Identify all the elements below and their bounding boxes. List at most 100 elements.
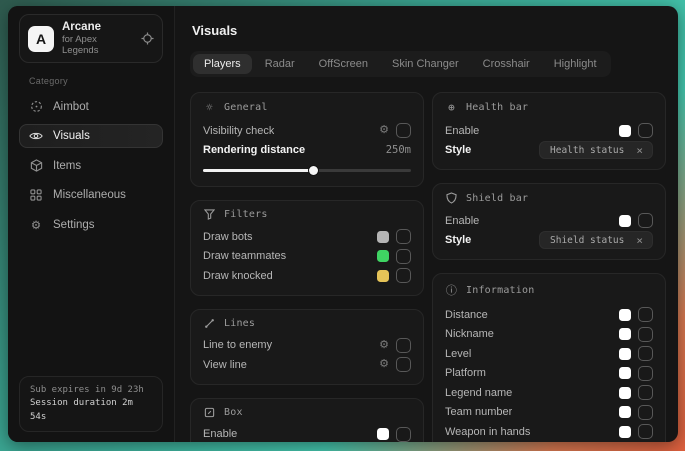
tab-offscreen[interactable]: OffScreen <box>308 54 379 74</box>
setting-label: Team number <box>445 406 512 418</box>
tab-radar[interactable]: Radar <box>254 54 306 74</box>
card-header: Lines <box>203 318 411 329</box>
setting-label: Enable <box>445 215 479 227</box>
checkbox[interactable] <box>396 123 411 138</box>
setting-label: Weapon in hands <box>445 426 530 438</box>
shield-icon <box>445 192 458 204</box>
gear-icon: ⚙ <box>29 218 43 232</box>
crosshair-icon <box>29 100 43 113</box>
color-swatch[interactable] <box>377 250 389 262</box>
color-swatch[interactable] <box>619 426 631 438</box>
card-title: Lines <box>224 318 255 329</box>
setting-label: Draw knocked <box>203 270 273 282</box>
color-swatch[interactable] <box>619 215 631 227</box>
gear-icon[interactable]: ⚙ <box>379 359 389 370</box>
checkbox[interactable] <box>396 357 411 372</box>
checkbox[interactable] <box>638 213 653 228</box>
setting-row: Team number <box>445 403 653 423</box>
sidebar-item-miscellaneous[interactable]: Miscellaneous <box>19 183 163 207</box>
setting-row: Draw teammates <box>203 247 411 267</box>
left-column: ☼ General Visibility check ⚙ Rendering d… <box>190 92 424 442</box>
color-swatch[interactable] <box>377 231 389 243</box>
checkbox[interactable] <box>638 385 653 400</box>
card-health-bar: ⊕ Health bar Enable Style Health stat <box>432 92 666 170</box>
checkbox[interactable] <box>396 268 411 283</box>
close-icon[interactable]: × <box>634 145 645 156</box>
slider-fill <box>203 169 313 172</box>
color-swatch[interactable] <box>619 367 631 379</box>
sidebar-item-aimbot[interactable]: Aimbot <box>19 94 163 119</box>
tab-players[interactable]: Players <box>193 54 252 74</box>
checkbox[interactable] <box>638 424 653 439</box>
checkbox[interactable] <box>396 229 411 244</box>
app-subtitle: for Apex Legends <box>62 34 133 56</box>
setting-row: Rendering distance 250m <box>203 141 411 161</box>
slider-value: 250m <box>386 144 411 156</box>
style-value: Shield status <box>550 235 624 246</box>
setting-row: Enable <box>445 121 653 141</box>
gear-icon[interactable]: ⚙ <box>379 340 389 351</box>
checkbox[interactable] <box>396 427 411 442</box>
gear-icon[interactable]: ⚙ <box>379 125 389 136</box>
row-controls: ⚙ <box>379 338 411 353</box>
setting-row: Draw knocked <box>203 266 411 286</box>
target-icon[interactable] <box>141 32 154 45</box>
page-title: Visuals <box>192 23 666 38</box>
box-icon <box>203 407 216 418</box>
tab-highlight[interactable]: Highlight <box>543 54 608 74</box>
row-controls <box>619 424 653 439</box>
grid-icon <box>29 189 43 201</box>
checkbox[interactable] <box>638 346 653 361</box>
sidebar-item-visuals[interactable]: Visuals <box>19 124 163 148</box>
logo-card[interactable]: A Arcane for Apex Legends <box>19 14 163 63</box>
checkbox[interactable] <box>638 327 653 342</box>
sidebar-item-items[interactable]: Items <box>19 153 163 178</box>
color-swatch[interactable] <box>619 348 631 360</box>
checkbox[interactable] <box>638 123 653 138</box>
row-controls <box>619 307 653 322</box>
checkbox[interactable] <box>638 366 653 381</box>
style-value: Health status <box>550 145 624 156</box>
close-icon[interactable]: × <box>634 235 645 246</box>
setting-row: Legend name <box>445 383 653 403</box>
setting-label: Line to enemy <box>203 339 272 351</box>
card-title: Filters <box>224 209 268 220</box>
color-swatch[interactable] <box>377 428 389 440</box>
row-controls <box>619 385 653 400</box>
card-header: ☼ General <box>203 101 411 114</box>
card-filters: Filters Draw bots Draw teammates <box>190 200 424 296</box>
color-swatch[interactable] <box>619 328 631 340</box>
style-select[interactable]: Shield status × <box>539 231 653 249</box>
tab-skin-changer[interactable]: Skin Changer <box>381 54 470 74</box>
checkbox[interactable] <box>638 307 653 322</box>
checkbox[interactable] <box>396 249 411 264</box>
app-window: A Arcane for Apex Legends Category Aimbo… <box>8 6 678 442</box>
setting-row: Draw bots <box>203 227 411 247</box>
sub-expires-text: Sub expires in 9d 23h <box>30 384 152 398</box>
rendering-distance-slider[interactable] <box>203 166 411 175</box>
color-swatch[interactable] <box>619 387 631 399</box>
setting-row: Style Health status × <box>445 141 653 161</box>
checkbox[interactable] <box>638 405 653 420</box>
eye-icon <box>29 130 43 142</box>
setting-label: Legend name <box>445 387 512 399</box>
slider-thumb[interactable] <box>309 166 318 175</box>
info-icon: ⓘ <box>445 282 458 298</box>
card-lines: Lines Line to enemy ⚙ View line ⚙ <box>190 309 424 385</box>
card-box: Box Enable Enable background <box>190 398 424 443</box>
sidebar-item-label: Aimbot <box>53 101 89 113</box>
card-title: Information <box>466 285 534 296</box>
style-select[interactable]: Health status × <box>539 141 653 159</box>
sidebar-item-settings[interactable]: ⚙ Settings <box>19 212 163 238</box>
color-swatch[interactable] <box>619 406 631 418</box>
card-shield-bar: Shield bar Enable Style Shield status <box>432 183 666 260</box>
row-controls: ⚙ <box>379 357 411 372</box>
color-swatch[interactable] <box>619 125 631 137</box>
color-swatch[interactable] <box>619 309 631 321</box>
color-swatch[interactable] <box>377 270 389 282</box>
checkbox[interactable] <box>396 338 411 353</box>
health-icon: ⊕ <box>445 101 458 114</box>
tab-crosshair[interactable]: Crosshair <box>472 54 541 74</box>
app-identity: Arcane for Apex Legends <box>62 21 133 56</box>
card-header: ⊕ Health bar <box>445 101 653 114</box>
